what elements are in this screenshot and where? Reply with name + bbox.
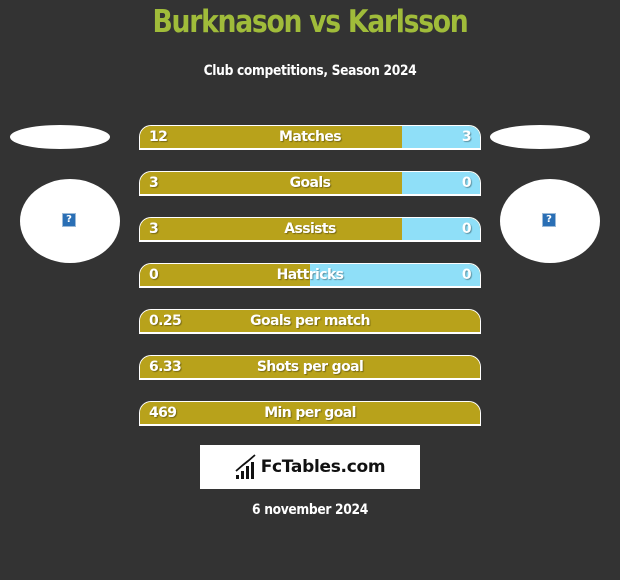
date-label: 6 november 2024 — [252, 502, 368, 518]
right-value: 0 — [461, 221, 472, 237]
stat-label: Hattricks — [276, 267, 344, 283]
bar-chart-trend-icon — [235, 454, 256, 479]
stat-row-matches: 12 Matches 3 — [139, 125, 481, 150]
left-player-name-placeholder — [10, 125, 110, 149]
stat-row-goals: 3 Goals 0 — [139, 171, 481, 196]
stat-row-hattricks: 0 Hattricks 0 — [139, 263, 481, 288]
missing-image-icon: ? — [542, 213, 556, 227]
stat-row-assists: 3 Assists 0 — [139, 217, 481, 242]
missing-image-icon: ? — [62, 213, 76, 227]
stat-label: Goals — [289, 175, 331, 191]
stat-row-goals-per-match: 0.25 Goals per match — [139, 309, 481, 334]
logo-text: FcTables.com — [260, 457, 386, 477]
stat-row-min-per-goal: 469 Min per goal — [139, 401, 481, 426]
right-player-name-placeholder — [490, 125, 590, 149]
right-value: 0 — [461, 175, 472, 191]
stat-row-shots-per-goal: 6.33 Shots per goal — [139, 355, 481, 380]
stat-label: Matches — [279, 129, 342, 145]
right-value: 3 — [461, 129, 472, 145]
stat-label: Min per goal — [264, 405, 356, 421]
left-player-avatar: ? — [20, 179, 120, 263]
fctables-logo[interactable]: FcTables.com — [200, 445, 420, 489]
stat-label: Shots per goal — [256, 359, 364, 375]
right-value: 0 — [461, 267, 472, 283]
right-player-avatar: ? — [500, 179, 600, 263]
page-title: Burknason vs Karlsson — [152, 4, 468, 40]
stat-label: Goals per match — [250, 313, 370, 329]
stat-label: Assists — [284, 221, 336, 237]
page-subtitle: Club competitions, Season 2024 — [203, 63, 417, 79]
